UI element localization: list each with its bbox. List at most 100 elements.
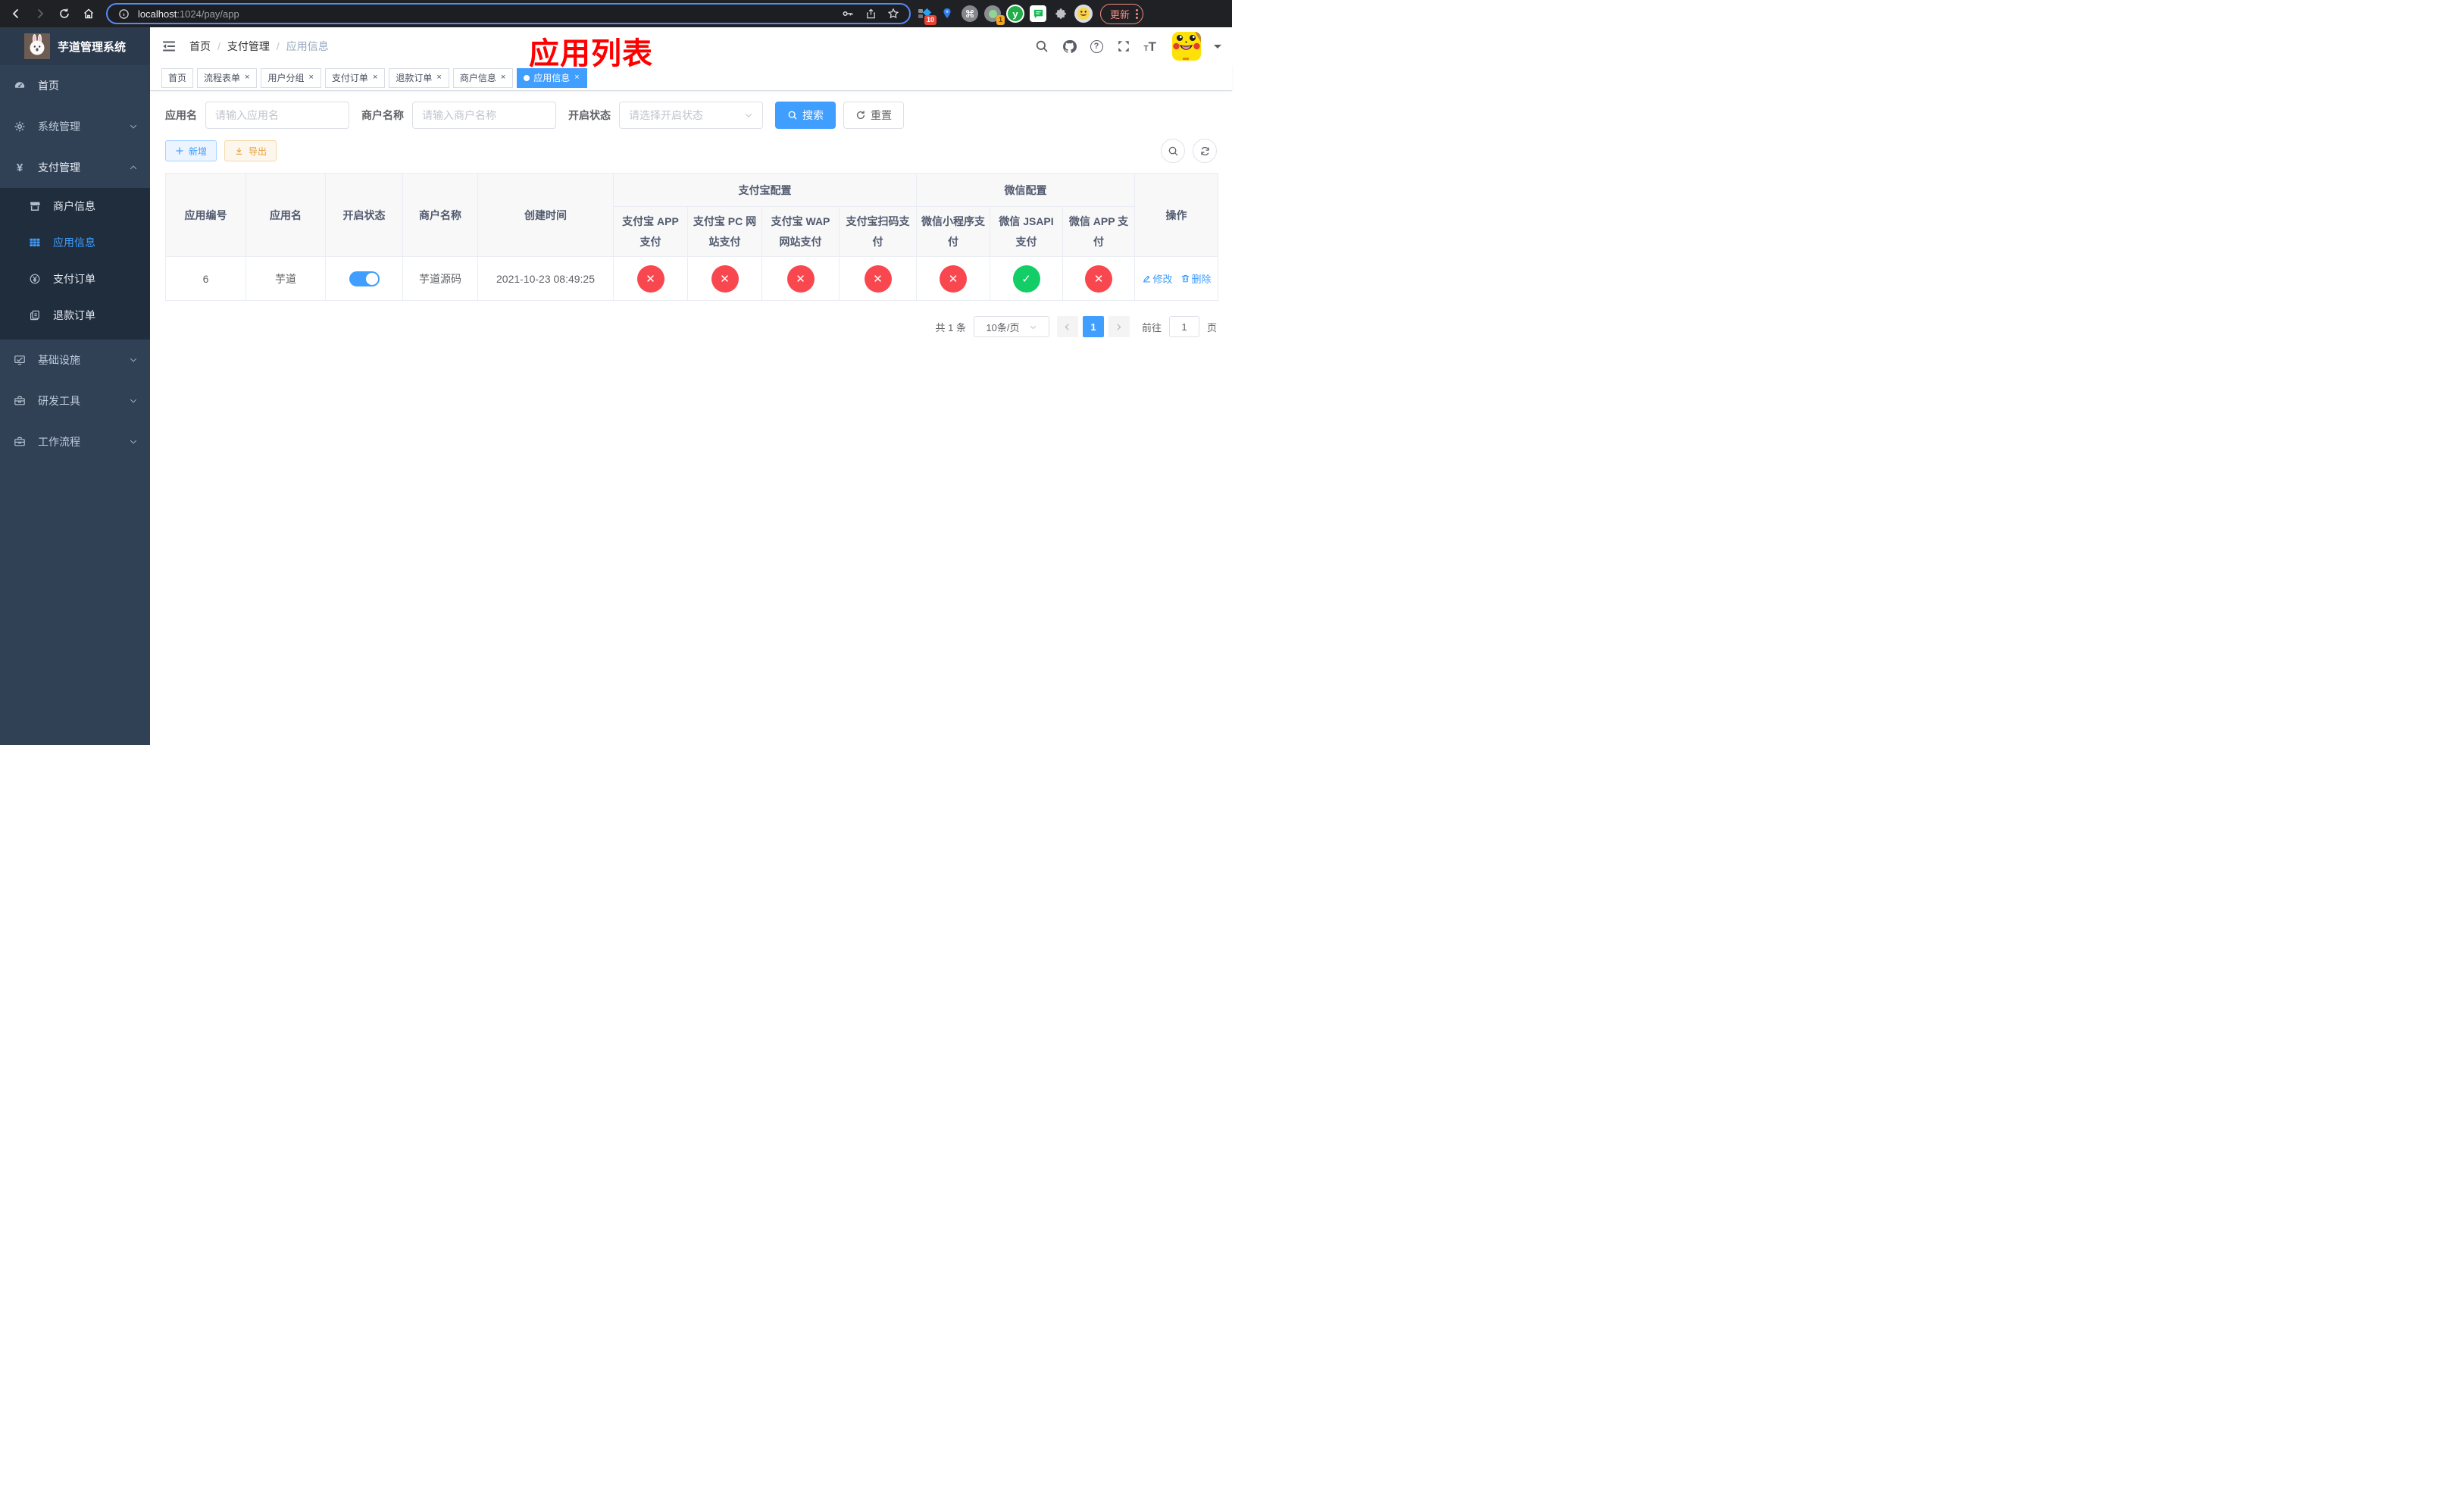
- sidebar-item-label: 首页: [38, 80, 59, 92]
- chevron-down-icon: [129, 355, 138, 365]
- app-logo[interactable]: 芋道管理系统: [0, 27, 150, 65]
- forward-icon[interactable]: [30, 4, 50, 23]
- browser-update-button[interactable]: 更新: [1100, 3, 1144, 24]
- page-size-select[interactable]: 10条/页: [973, 316, 1049, 338]
- tab-label: 应用信息: [533, 73, 571, 83]
- sidebar-item-2[interactable]: ¥ 支付管理: [0, 147, 150, 188]
- browser-chrome: localhost:1024/pay/app 10 1 y 更新: [0, 0, 1232, 27]
- enabled-toggle[interactable]: [349, 271, 380, 286]
- sidebar-subitem-1[interactable]: 应用信息: [0, 224, 150, 261]
- add-button[interactable]: 新增: [165, 140, 217, 161]
- column-header: 微信小程序支付: [916, 205, 990, 258]
- active-tab-dot: [524, 74, 530, 81]
- sidebar-subitem-0[interactable]: 商户信息: [0, 188, 150, 224]
- tab-label: 用户分组: [267, 73, 305, 83]
- fullscreen-icon[interactable]: [1116, 39, 1131, 54]
- merchant-name-input[interactable]: [412, 102, 556, 129]
- sidebar-submenu: 商户信息 应用信息 支付订单退款订单: [0, 188, 150, 340]
- column-header: 支付宝扫码支付: [839, 205, 917, 258]
- tags-view: 首页 流程表单 × 用户分组 × 支付订单 × 退款订单 × 商户信息 × 应用信息 ×: [150, 65, 1232, 91]
- font-size-icon[interactable]: TT: [1144, 40, 1157, 53]
- github-icon[interactable]: [1062, 39, 1077, 54]
- breadcrumb-item[interactable]: 支付管理: [227, 39, 270, 54]
- tab-close-icon[interactable]: ×: [500, 74, 506, 82]
- tab-0[interactable]: 首页: [161, 67, 194, 88]
- breadcrumb-item[interactable]: 首页: [189, 39, 211, 54]
- tab-close-icon[interactable]: ×: [436, 74, 442, 82]
- sidebar-item-5[interactable]: 工作流程: [0, 421, 150, 462]
- status-enabled-icon: ✓: [1012, 265, 1040, 293]
- pagination: 共 1 条 10条/页 1 前往 1 页: [165, 316, 1217, 338]
- chevron-down-icon: [744, 111, 753, 120]
- sidebar-subitem-label: 退款订单: [53, 309, 95, 321]
- column-header: 开启状态: [325, 172, 403, 258]
- url-bar[interactable]: localhost:1024/pay/app: [106, 3, 911, 24]
- header-search-icon[interactable]: [1034, 39, 1049, 54]
- bookmark-star-icon[interactable]: [885, 5, 902, 22]
- status-cell: ✕: [613, 256, 688, 302]
- extension-record-icon[interactable]: 1: [983, 5, 1005, 25]
- tab-3[interactable]: 支付订单 ×: [324, 67, 386, 88]
- browser-menu-icon[interactable]: [1136, 8, 1139, 19]
- reset-button[interactable]: 重置: [843, 102, 904, 129]
- status-select[interactable]: 请选择开启状态: [619, 102, 763, 129]
- app-title: 芋道管理系统: [58, 40, 127, 54]
- tab-close-icon[interactable]: ×: [244, 74, 250, 82]
- tab-close-icon[interactable]: ×: [574, 74, 580, 82]
- reload-icon[interactable]: [55, 4, 74, 23]
- password-key-icon[interactable]: [840, 5, 856, 22]
- extension-chat-icon[interactable]: [1029, 5, 1047, 23]
- goto-page-input[interactable]: [1168, 316, 1199, 338]
- sidebar-item-1[interactable]: 系统管理: [0, 106, 150, 147]
- delete-link[interactable]: 删除: [1180, 271, 1212, 286]
- tab-5[interactable]: 商户信息 ×: [452, 67, 514, 88]
- extension-command-icon[interactable]: [961, 5, 979, 23]
- shop-icon: [29, 200, 41, 212]
- merchant-name-label: 商户名称: [361, 109, 404, 121]
- tab-2[interactable]: 用户分组 ×: [261, 67, 321, 88]
- refresh-icon[interactable]: [1193, 139, 1217, 163]
- update-label: 更新: [1110, 8, 1130, 20]
- cell-created: 2021-10-23 08:49:25: [477, 256, 614, 302]
- extension-pin-icon[interactable]: [938, 5, 956, 23]
- toolbox-icon: [14, 395, 26, 407]
- app-name-input[interactable]: [205, 102, 349, 129]
- sidebar-item-label: 基础设施: [38, 354, 80, 366]
- tab-close-icon[interactable]: ×: [308, 74, 314, 82]
- chevron-up-icon: [129, 163, 138, 172]
- export-button-label: 导出: [249, 146, 267, 157]
- sidebar-item-label: 支付管理: [38, 161, 80, 174]
- status-cell: ✓: [990, 256, 1063, 302]
- user-menu-caret-icon[interactable]: [1214, 45, 1221, 52]
- export-button[interactable]: 导出: [224, 140, 277, 161]
- info-icon[interactable]: [115, 5, 132, 22]
- column-header: 支付宝 WAP 网站支付: [761, 205, 840, 258]
- help-icon[interactable]: ?: [1090, 39, 1103, 53]
- table-row: 6 芋道 芋道源码 2021-10-23 08:49:25 ✕ ✕ ✕ ✕ ✕ …: [165, 256, 1219, 302]
- extensions-puzzle-icon[interactable]: [1052, 5, 1070, 23]
- share-icon[interactable]: [862, 5, 879, 22]
- cell-actions: 修改 删除: [1134, 256, 1219, 302]
- prev-page-button[interactable]: [1056, 316, 1078, 338]
- sidebar-item-4[interactable]: 研发工具: [0, 380, 150, 421]
- sidebar-fold-icon[interactable]: [161, 38, 177, 55]
- home-icon[interactable]: [79, 4, 98, 23]
- sidebar-item-3[interactable]: 基础设施: [0, 340, 150, 380]
- profile-avatar-icon[interactable]: [1074, 5, 1093, 23]
- search-button[interactable]: 搜索: [775, 102, 836, 129]
- toggle-search-icon[interactable]: [1161, 139, 1185, 163]
- tab-6[interactable]: 应用信息 ×: [517, 67, 587, 88]
- extension-blocks-icon[interactable]: 10: [915, 5, 937, 25]
- next-page-button[interactable]: [1108, 316, 1130, 338]
- tab-1[interactable]: 流程表单 ×: [197, 67, 258, 88]
- tab-4[interactable]: 退款订单 ×: [389, 67, 449, 88]
- sidebar-item-0[interactable]: 首页: [0, 65, 150, 106]
- sidebar-subitem-2[interactable]: 支付订单: [0, 261, 150, 297]
- sidebar-subitem-3[interactable]: 退款订单: [0, 297, 150, 333]
- user-avatar[interactable]: [1172, 32, 1201, 61]
- extension-y-icon[interactable]: y: [1006, 5, 1024, 23]
- tab-close-icon[interactable]: ×: [372, 74, 378, 82]
- back-icon[interactable]: [6, 4, 26, 23]
- edit-link[interactable]: 修改: [1142, 271, 1173, 286]
- page-number-button[interactable]: 1: [1082, 316, 1104, 338]
